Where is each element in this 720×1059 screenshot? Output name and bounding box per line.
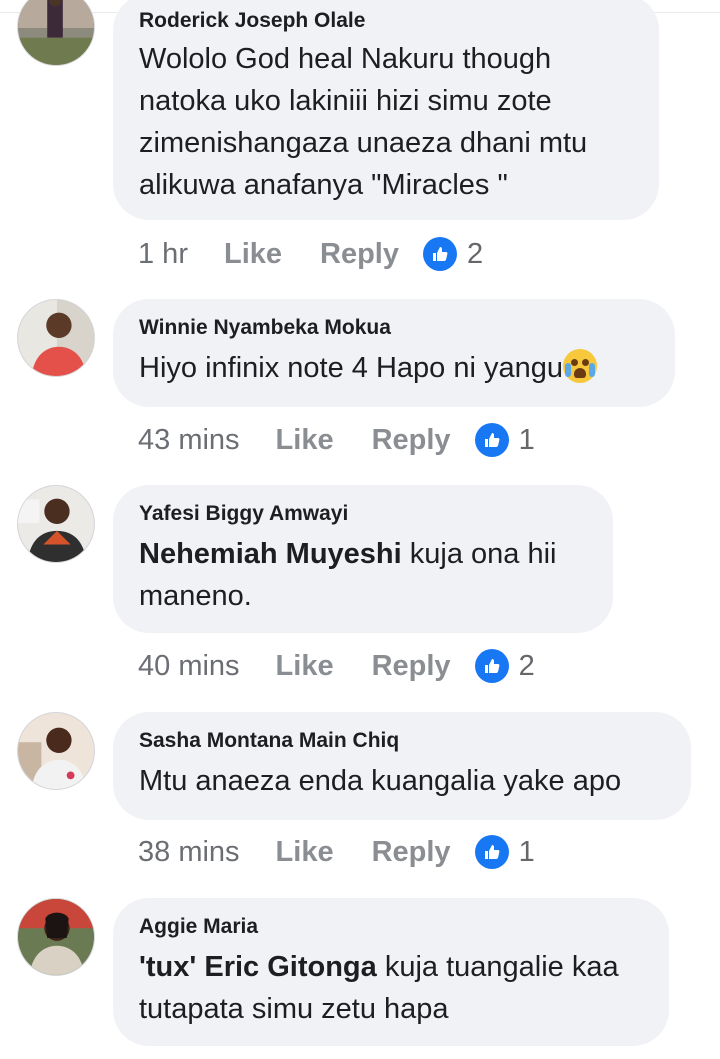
comment-actions: 1 hr Like Reply 2 (138, 234, 483, 274)
avatar[interactable] (17, 898, 95, 976)
mention-link[interactable]: Nehemiah Muyeshi (139, 538, 402, 570)
reply-button[interactable]: Reply (372, 836, 451, 869)
comment-actions: 38 mins Like Reply 1 (138, 832, 535, 872)
thumbs-up-icon[interactable] (474, 423, 509, 457)
comment-author[interactable]: Yafesi Biggy Amwayi (139, 501, 587, 527)
comment-actions: 40 mins Like Reply 2 (138, 646, 535, 686)
avatar[interactable] (17, 485, 95, 563)
reply-button[interactable]: Reply (320, 238, 399, 271)
comment-bubble: Yafesi Biggy Amwayi Nehemiah Muyeshi kuj… (113, 485, 613, 633)
avatar[interactable] (17, 0, 95, 66)
comment-timestamp[interactable]: 1 hr (138, 238, 188, 271)
like-button[interactable]: Like (224, 238, 282, 271)
comment-text: 'tux' Eric Gitonga kuja tuangalie kaa tu… (139, 946, 643, 1030)
comment-author[interactable]: Winnie Nyambeka Mokua (139, 315, 649, 341)
reaction-count[interactable]: 1 (519, 836, 535, 869)
avatar[interactable] (17, 299, 95, 377)
comment-timestamp[interactable]: 43 mins (138, 424, 240, 457)
thumbs-up-icon[interactable] (474, 649, 509, 683)
comment-bubble: Sasha Montana Main Chiq Mtu anaeza enda … (113, 712, 691, 820)
comment-author[interactable]: Roderick Joseph Olale (139, 8, 633, 34)
reaction-count[interactable]: 1 (519, 424, 535, 457)
thumbs-up-icon[interactable] (474, 835, 509, 869)
comment-timestamp[interactable]: 38 mins (138, 836, 240, 869)
comment-timestamp[interactable]: 40 mins (138, 650, 240, 683)
reply-button[interactable]: Reply (372, 650, 451, 683)
comment-actions: 43 mins Like Reply 1 (138, 420, 535, 460)
comment-bubble: Roderick Joseph Olale Wololo God heal Na… (113, 0, 659, 220)
mention-link[interactable]: 'tux' Eric Gitonga (139, 951, 377, 983)
like-button[interactable]: Like (276, 424, 334, 457)
like-button[interactable]: Like (276, 836, 334, 869)
comment-text: Hiyo infinix note 4 Hapo ni yangu (139, 347, 649, 389)
comment-author[interactable]: Aggie Maria (139, 914, 643, 940)
comment-text: Wololo God heal Nakuru though natoka uko… (139, 43, 588, 201)
comment-author[interactable]: Sasha Montana Main Chiq (139, 728, 665, 754)
crying-face-icon (562, 349, 597, 383)
comment-text: Nehemiah Muyeshi kuja ona hii maneno. (139, 533, 587, 617)
like-button[interactable]: Like (276, 650, 334, 683)
thumbs-up-icon[interactable] (423, 237, 457, 271)
reaction-count[interactable]: 2 (519, 650, 535, 683)
reply-button[interactable]: Reply (372, 424, 451, 457)
reaction-count[interactable]: 2 (467, 238, 483, 271)
comment-text: Mtu anaeza enda kuangalia yake apo (139, 765, 622, 797)
comment-bubble: Winnie Nyambeka Mokua Hiyo infinix note … (113, 299, 675, 407)
comment-text-body: Hiyo infinix note 4 Hapo ni yangu (139, 352, 563, 384)
avatar[interactable] (17, 712, 95, 790)
comment-bubble: Aggie Maria 'tux' Eric Gitonga kuja tuan… (113, 898, 669, 1046)
